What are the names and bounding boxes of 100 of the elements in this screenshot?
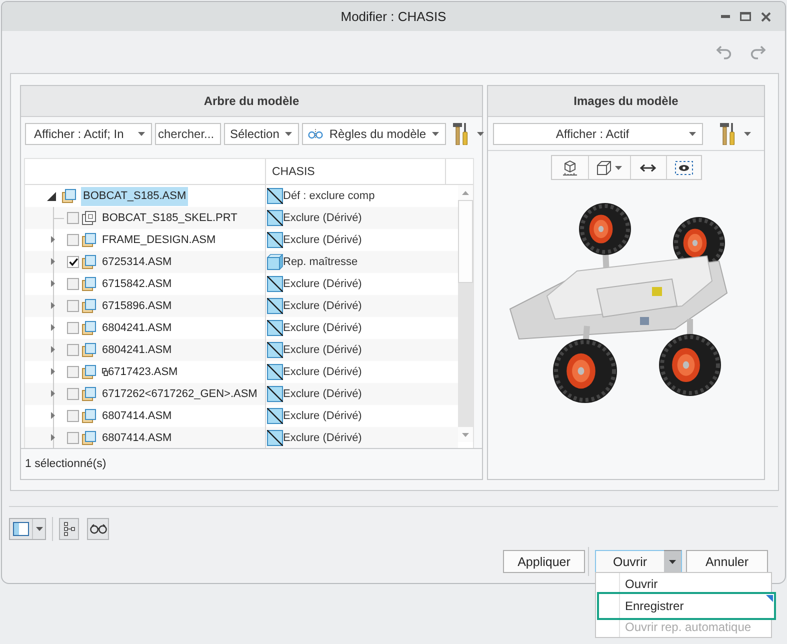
tree-item-label[interactable]: 6807414.ASM — [102, 428, 172, 448]
representation-status: Exclure (Dérivé) — [283, 322, 362, 334]
cube-icon — [267, 254, 283, 270]
maximize-icon[interactable] — [740, 12, 751, 21]
checkbox[interactable] — [67, 432, 79, 444]
assembly-icon — [82, 233, 96, 247]
tree-item-label[interactable]: 6804241.ASM — [102, 318, 172, 338]
caret-icon[interactable] — [36, 527, 42, 531]
representation-status: Exclure (Dérivé) — [283, 234, 362, 246]
expand-triangle-icon[interactable] — [51, 302, 55, 309]
dialog-button[interactable]: Annuler — [686, 550, 768, 573]
representation-status: Exclure (Dérivé) — [283, 432, 362, 444]
tree-structure-icon — [64, 522, 74, 536]
excluded-box-icon — [267, 298, 283, 314]
expand-triangle-icon[interactable] — [51, 390, 55, 397]
display-filter-dropdown[interactable]: Afficher : Actif; In — [25, 122, 152, 144]
checkbox[interactable] — [67, 278, 79, 290]
expand-triangle-icon[interactable] — [51, 434, 55, 441]
expand-triangle-icon[interactable] — [51, 236, 55, 243]
caret-icon[interactable] — [432, 132, 440, 136]
representation-status: Exclure (Dérivé) — [283, 278, 362, 290]
assembly-icon — [82, 321, 96, 335]
assembly-icon — [82, 431, 96, 445]
tree-item-label[interactable]: FRAME_DESIGN.ASM — [102, 230, 216, 250]
representation-status: Exclure (Dérivé) — [283, 388, 362, 400]
caret-icon[interactable] — [744, 132, 751, 136]
hammer-screwdriver-icon[interactable] — [720, 122, 736, 144]
checkbox[interactable] — [67, 388, 79, 400]
split-dropdown-button[interactable] — [664, 550, 682, 573]
dialog-button[interactable]: Appliquer — [503, 550, 585, 573]
checkmark-icon — [68, 258, 78, 266]
menu-item[interactable]: Enregistrer — [597, 592, 776, 620]
caret-icon[interactable] — [614, 166, 622, 170]
redo-icon[interactable] — [749, 44, 767, 60]
undo-icon[interactable] — [715, 44, 733, 60]
excluded-box-icon — [267, 232, 283, 248]
checkbox[interactable] — [67, 322, 79, 334]
expand-triangle-icon[interactable] — [51, 346, 55, 353]
checkbox[interactable] — [67, 344, 79, 356]
expand-triangle-icon[interactable] — [51, 280, 55, 287]
excluded-box-icon — [267, 210, 283, 226]
close-icon[interactable] — [761, 12, 771, 22]
display-filter-dropdown[interactable]: Afficher : Actif — [493, 122, 703, 144]
eye-icon — [674, 160, 692, 174]
up-arrow-icon — [462, 190, 469, 194]
down-arrow-icon — [462, 432, 469, 436]
hammer-screwdriver-icon[interactable] — [453, 122, 470, 144]
assembly-icon — [82, 277, 96, 291]
assembly-icon — [62, 189, 76, 203]
selection-count: 1 sélectionné(s) — [25, 458, 106, 470]
checkbox[interactable] — [67, 256, 79, 268]
scrollbar-thumb[interactable] — [458, 200, 473, 283]
cube-wireframe-icon — [596, 160, 610, 174]
tree-item-label[interactable]: 6717262<6717262_GEN>.ASM — [102, 384, 258, 404]
caret-icon[interactable] — [285, 132, 292, 136]
caret-icon[interactable] — [669, 560, 676, 564]
expand-triangle-icon[interactable] — [51, 368, 55, 375]
preview-button[interactable] — [87, 518, 109, 540]
excluded-box-icon — [267, 188, 283, 204]
collapse-triangle-icon[interactable] — [47, 192, 56, 200]
excluded-box-icon — [267, 364, 283, 380]
assembly-icon — [82, 255, 96, 269]
representation-status: Déf : exclure comp — [283, 190, 375, 202]
tree-item-label[interactable]: 6725314.ASM — [102, 252, 172, 272]
scroll-up-button[interactable] — [458, 185, 473, 200]
checkbox[interactable] — [67, 212, 79, 224]
split-button[interactable]: Ouvrir — [595, 550, 664, 573]
search-field[interactable]: chercher... — [155, 122, 221, 144]
assembly-icon — [82, 299, 96, 313]
excluded-box-icon — [267, 386, 283, 402]
tree-view-button[interactable] — [59, 518, 79, 540]
assembly-icon — [82, 343, 96, 357]
expand-triangle-icon[interactable] — [51, 412, 55, 419]
tree-item-label[interactable]: 6715896.ASM — [102, 296, 172, 316]
panel-header: Arbre du modèle — [21, 86, 482, 117]
checkbox[interactable] — [67, 234, 79, 246]
expand-triangle-icon[interactable] — [51, 258, 55, 265]
selection-filter-dropdown[interactable]: Sélection — [224, 122, 300, 144]
representation-status: Exclure (Dérivé) — [283, 300, 362, 312]
assembly-icon — [82, 365, 96, 379]
checkbox[interactable] — [67, 300, 79, 312]
checkbox[interactable] — [67, 366, 79, 378]
caret-icon[interactable] — [138, 132, 145, 136]
layout-button[interactable] — [9, 518, 46, 540]
rules-dropdown[interactable]: Règles du modèle — [302, 122, 446, 144]
caret-icon[interactable] — [477, 132, 484, 136]
tree-item-label[interactable]: 6717423.ASM — [108, 362, 178, 382]
scroll-down-button[interactable] — [458, 427, 473, 442]
caret-icon[interactable] — [689, 132, 696, 136]
tree-item-label[interactable]: 6804241.ASM — [102, 340, 172, 360]
tree-item-label[interactable]: 6807414.ASM — [102, 406, 172, 426]
window-title: Modifier : CHASIS — [340, 9, 446, 24]
checkbox[interactable] — [67, 410, 79, 422]
tree-item-label[interactable]: 6715842.ASM — [102, 274, 172, 294]
tree-item-label[interactable]: BOBCAT_S185.ASM — [81, 186, 188, 206]
box-ruler-icon — [562, 160, 578, 176]
representation-status: Exclure (Dérivé) — [283, 410, 362, 422]
tree-item-label[interactable]: BOBCAT_S185_SKEL.PRT — [102, 208, 238, 228]
expand-triangle-icon[interactable] — [51, 324, 55, 331]
representation-status: Exclure (Dérivé) — [283, 366, 362, 378]
